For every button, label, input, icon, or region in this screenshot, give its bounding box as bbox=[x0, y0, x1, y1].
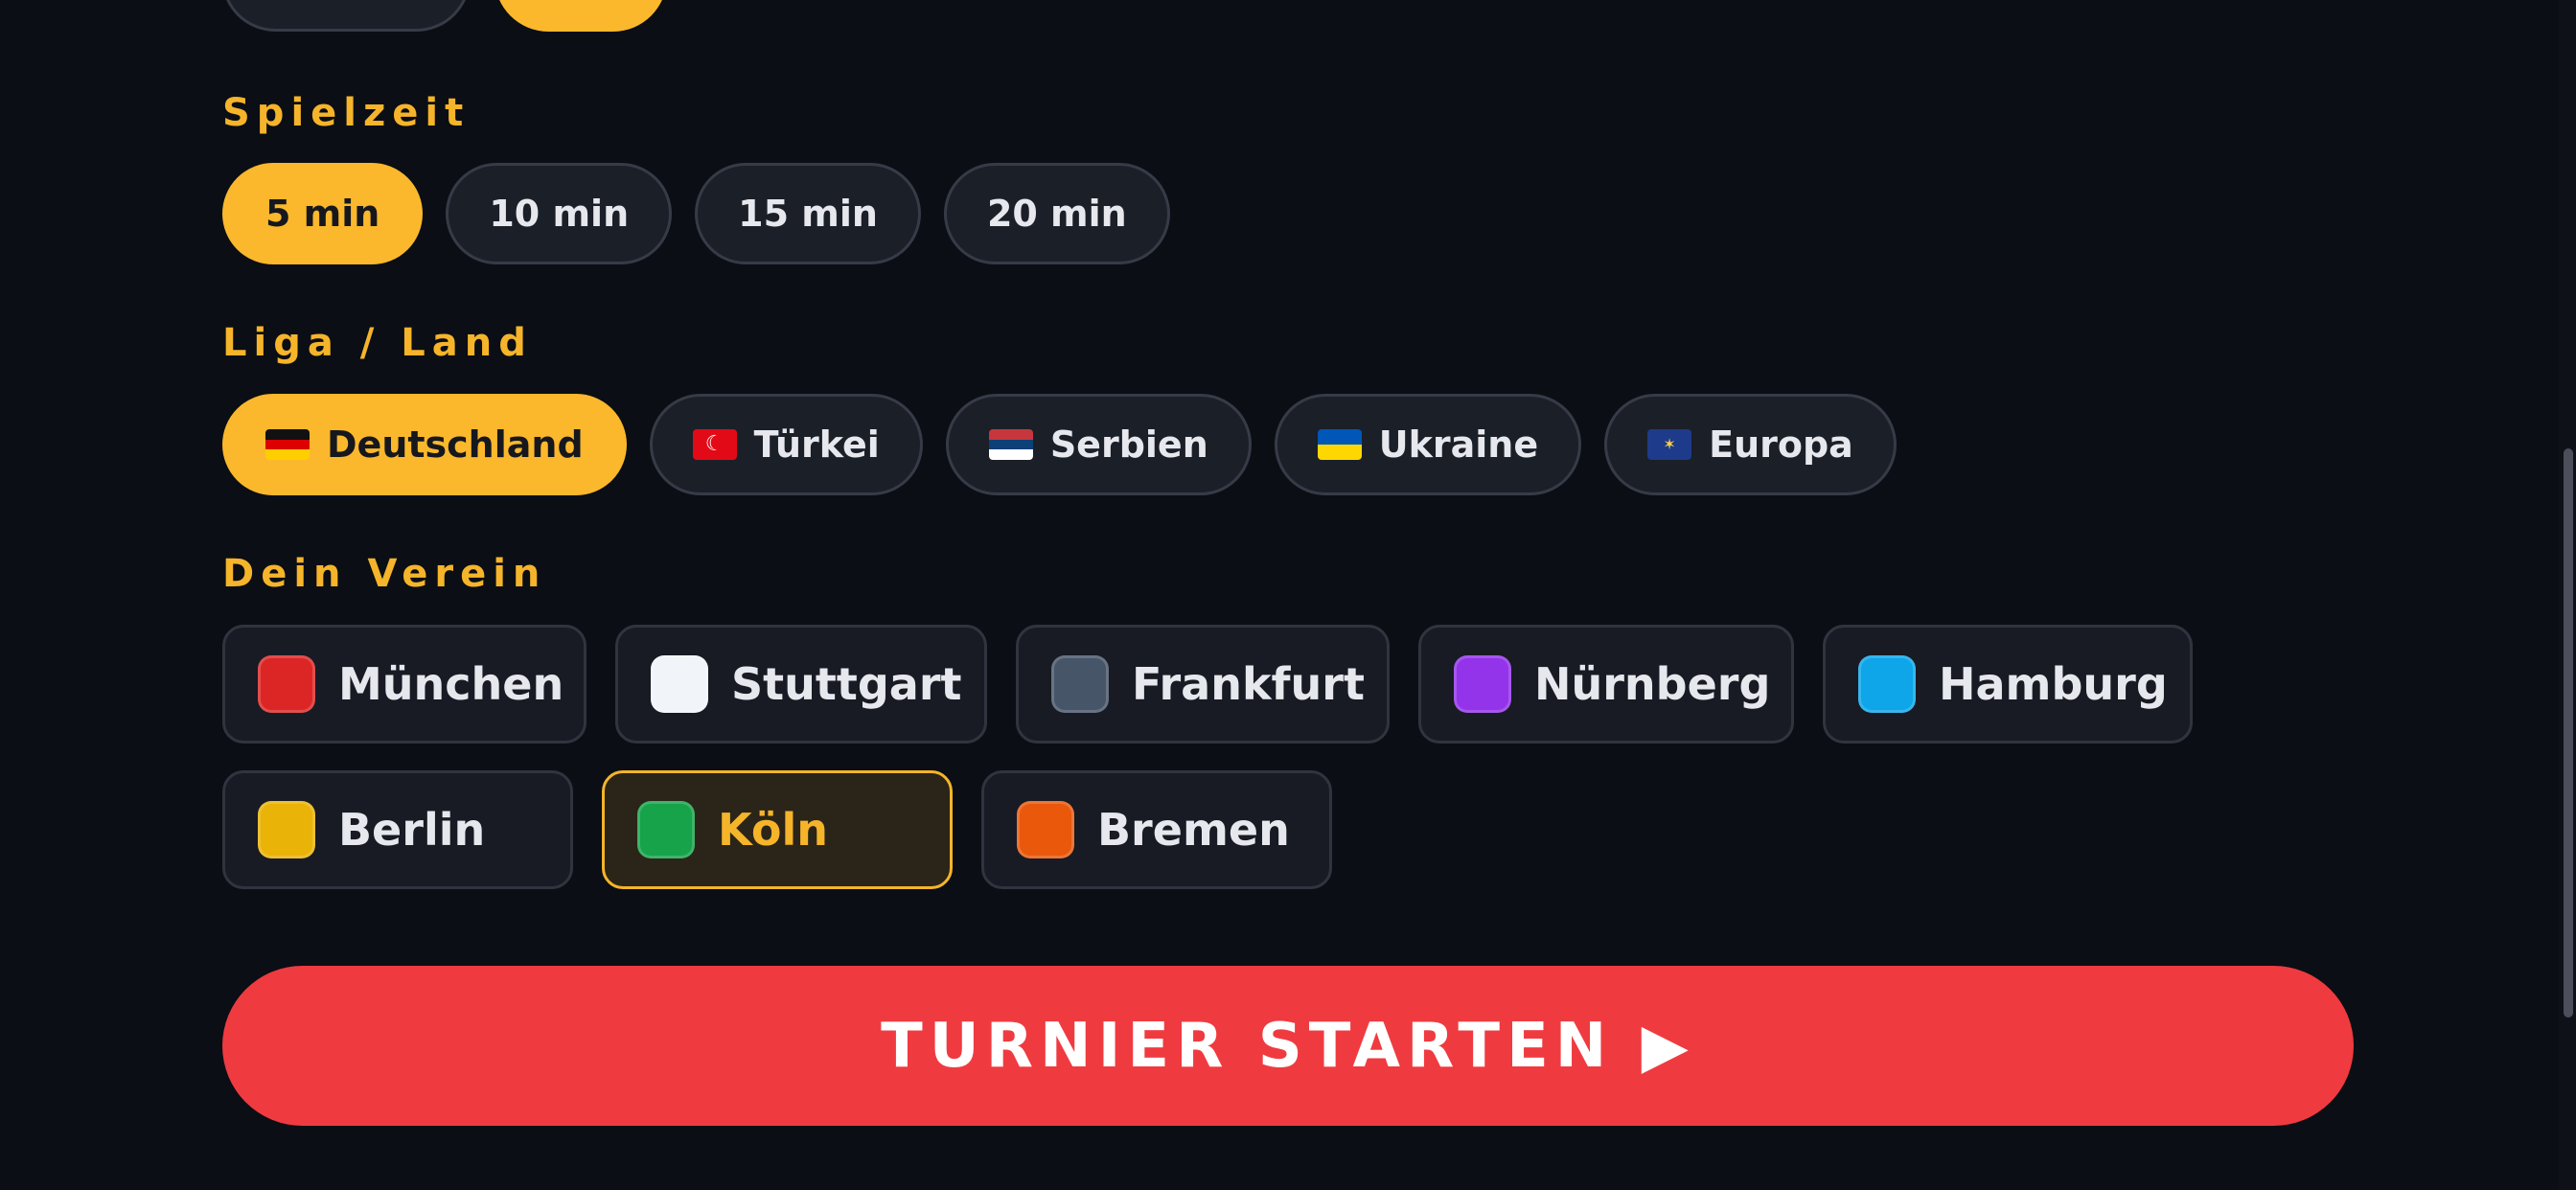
spielzeit-option-15[interactable]: 15 min bbox=[695, 163, 921, 264]
club-label: Hamburg bbox=[1939, 658, 2168, 710]
spielzeit-option-20[interactable]: 20 min bbox=[943, 163, 1170, 264]
eu-flag-icon: ✶ bbox=[1647, 429, 1692, 460]
spielzeit-options: 5 min 10 min 15 min 20 min bbox=[222, 163, 1170, 264]
club-color-swatch bbox=[651, 655, 708, 713]
tournament-setup-page: Spielzeit 5 min 10 min 15 min 20 min Lig… bbox=[0, 0, 2576, 1190]
club-stuttgart[interactable]: Stuttgart bbox=[615, 625, 987, 744]
previous-option-pill[interactable] bbox=[221, 0, 471, 32]
liga-option-label: Serbien bbox=[1049, 423, 1208, 466]
liga-option-label: Deutschland bbox=[327, 423, 584, 466]
club-muenchen[interactable]: München bbox=[222, 625, 586, 744]
club-label: Berlin bbox=[338, 804, 486, 856]
club-color-swatch bbox=[258, 655, 315, 713]
club-label: Frankfurt bbox=[1132, 658, 1365, 710]
club-label: Stuttgart bbox=[731, 658, 962, 710]
ua-flag-icon bbox=[1317, 429, 1362, 460]
scrollbar-thumb[interactable] bbox=[2564, 448, 2573, 1018]
verein-label: Dein Verein bbox=[222, 552, 547, 596]
liga-option-tuerkei[interactable]: ☾ Türkei bbox=[649, 394, 923, 495]
club-hamburg[interactable]: Hamburg bbox=[1823, 625, 2193, 744]
club-bremen[interactable]: Bremen bbox=[981, 770, 1332, 889]
liga-option-label: Ukraine bbox=[1378, 423, 1539, 466]
club-label: Bremen bbox=[1097, 804, 1290, 856]
club-color-swatch bbox=[258, 801, 315, 858]
start-tournament-button[interactable]: TURNIER STARTEN ▶ bbox=[222, 966, 2354, 1126]
club-frankfurt[interactable]: Frankfurt bbox=[1016, 625, 1390, 744]
club-color-swatch bbox=[1454, 655, 1511, 713]
liga-option-label: Türkei bbox=[753, 423, 880, 466]
previous-option-pill-selected[interactable] bbox=[494, 0, 667, 32]
verein-row-2: Berlin Köln Bremen bbox=[222, 770, 1332, 889]
liga-option-label: Europa bbox=[1709, 423, 1853, 466]
liga-option-europa[interactable]: ✶ Europa bbox=[1604, 394, 1897, 495]
club-color-swatch bbox=[1858, 655, 1916, 713]
de-flag-icon bbox=[265, 429, 310, 460]
club-label: München bbox=[338, 658, 564, 710]
tr-flag-icon: ☾ bbox=[692, 429, 737, 460]
club-label: Köln bbox=[718, 804, 828, 856]
liga-option-deutschland[interactable]: Deutschland bbox=[222, 394, 627, 495]
club-berlin[interactable]: Berlin bbox=[222, 770, 573, 889]
club-nuernberg[interactable]: Nürnberg bbox=[1418, 625, 1794, 744]
liga-option-serbien[interactable]: Serbien bbox=[945, 394, 1252, 495]
spielzeit-label: Spielzeit bbox=[222, 91, 471, 135]
club-color-swatch bbox=[1051, 655, 1109, 713]
spielzeit-option-10[interactable]: 10 min bbox=[446, 163, 673, 264]
liga-option-ukraine[interactable]: Ukraine bbox=[1274, 394, 1582, 495]
spielzeit-option-5[interactable]: 5 min bbox=[222, 163, 424, 264]
liga-label: Liga / Land bbox=[222, 321, 533, 365]
verein-row-1: München Stuttgart Frankfurt Nürnberg Ham… bbox=[222, 625, 2193, 744]
club-color-swatch bbox=[637, 801, 695, 858]
club-color-swatch bbox=[1017, 801, 1074, 858]
club-koeln[interactable]: Köln bbox=[602, 770, 953, 889]
liga-options: Deutschland ☾ Türkei Serbien Ukraine ✶ E… bbox=[222, 394, 1897, 495]
rs-flag-icon bbox=[988, 429, 1033, 460]
club-label: Nürnberg bbox=[1534, 658, 1771, 710]
